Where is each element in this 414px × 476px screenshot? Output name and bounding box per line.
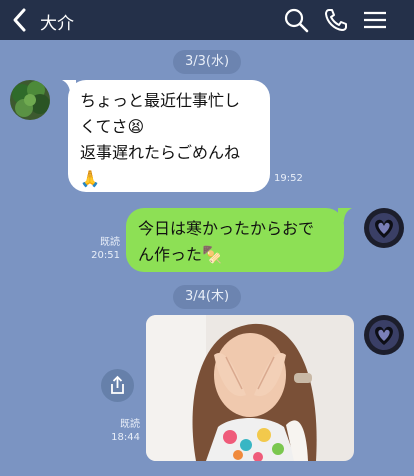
photo-image xyxy=(146,315,354,461)
date-separator: 3/4(木) xyxy=(173,285,242,309)
search-icon[interactable] xyxy=(282,6,310,34)
phone-icon[interactable] xyxy=(322,6,350,34)
share-icon xyxy=(111,375,124,394)
heart-hands-avatar-icon xyxy=(364,315,404,355)
share-button[interactable] xyxy=(101,369,134,402)
bubble-tail xyxy=(62,80,76,94)
message-time: 18:44 xyxy=(111,432,140,443)
read-receipt: 既読 20:51 xyxy=(90,236,120,262)
outgoing-message-bubble[interactable]: 今日は寒かったからおで ん作った🍢 xyxy=(126,208,344,272)
avatar[interactable] xyxy=(364,315,404,355)
hamburger-menu-icon[interactable] xyxy=(361,6,389,34)
message-line: ちょっと最近仕事忙し xyxy=(80,91,241,110)
chat-title: 大介 xyxy=(40,14,74,34)
read-receipt: 既読 18:44 xyxy=(108,418,140,444)
message-line: ん作った🍢 xyxy=(138,245,222,264)
incoming-message-bubble[interactable]: ちょっと最近仕事忙し くてさ😫 返事遅れたらごめんね 🙏 xyxy=(68,80,270,192)
read-label: 既読 xyxy=(120,419,140,430)
chevron-left-icon[interactable] xyxy=(8,6,32,34)
avatar[interactable] xyxy=(364,208,404,248)
chat-header: 大介 xyxy=(0,0,414,40)
photo-message[interactable] xyxy=(146,315,354,461)
avatar[interactable] xyxy=(10,80,50,120)
date-separator: 3/3(水) xyxy=(173,50,242,74)
message-time: 19:52 xyxy=(274,173,303,184)
heart-hands-avatar-icon xyxy=(364,208,404,248)
message-line: 🙏 xyxy=(80,169,100,188)
tree-avatar-icon xyxy=(10,80,50,120)
read-label: 既読 xyxy=(100,237,120,248)
bubble-tail xyxy=(338,208,352,222)
message-line: 今日は寒かったからおで xyxy=(138,219,315,238)
message-line: 返事遅れたらごめんね xyxy=(80,143,241,162)
message-line: くてさ😫 xyxy=(80,117,145,136)
message-time: 20:51 xyxy=(91,250,120,261)
